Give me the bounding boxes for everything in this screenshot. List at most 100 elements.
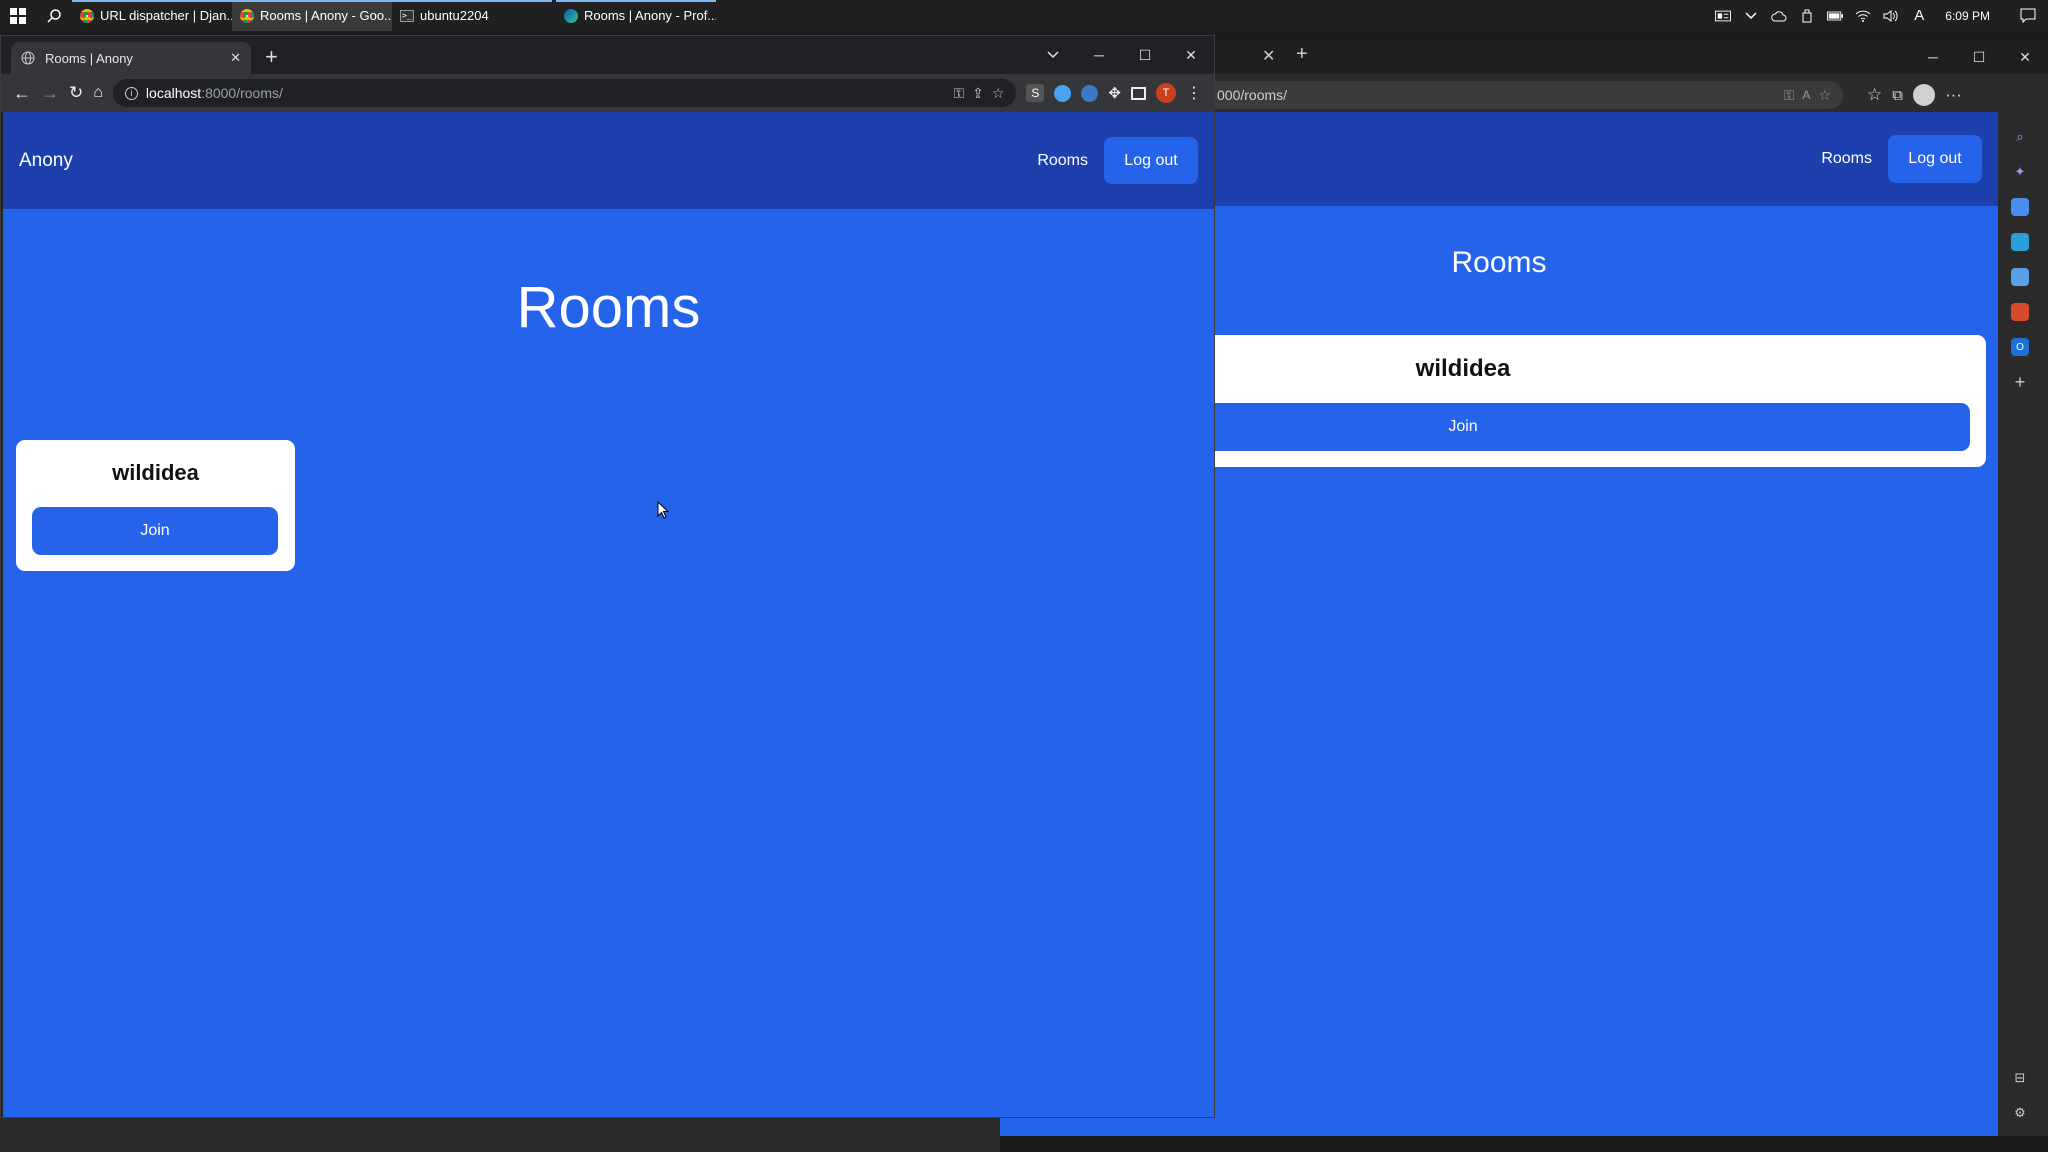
extensions-puzzle-icon[interactable]: ✥ xyxy=(1108,84,1121,102)
url-host: localhost xyxy=(145,85,202,101)
maximize-icon[interactable]: ☐ xyxy=(1122,36,1168,74)
windows-logo-icon xyxy=(10,7,26,24)
desktop-strip xyxy=(0,1118,1000,1152)
outlook-icon[interactable]: O xyxy=(2011,338,2029,356)
chrome-toolbar: ← → ↻ ⌂ i localhost:8000/rooms/ ⚿ ⇪ ☆ S … xyxy=(1,74,1214,112)
edge-logout-button[interactable]: Log out xyxy=(1888,135,1982,183)
edge-nav-right: Rooms Log out xyxy=(1821,135,1982,183)
edge-new-tab-icon[interactable]: + xyxy=(1296,43,1308,66)
battery-icon[interactable] xyxy=(1827,9,1844,23)
notification-icon[interactable] xyxy=(2020,8,2036,23)
edge-tab-close-icon[interactable]: ✕ xyxy=(1262,46,1275,66)
edge-nav-rooms-link[interactable]: Rooms xyxy=(1821,150,1872,168)
back-icon[interactable]: ← xyxy=(13,83,31,104)
extension-s-icon[interactable]: S xyxy=(1026,84,1045,102)
tab-close-icon[interactable]: ✕ xyxy=(230,50,241,66)
taskbar-task-label: Rooms | Anony - Prof... xyxy=(584,8,716,23)
favorites-icon[interactable]: ☆ xyxy=(1867,85,1882,105)
url-path: :8000/rooms/ xyxy=(201,85,283,101)
usb-icon[interactable] xyxy=(1799,9,1815,23)
games-icon[interactable] xyxy=(2011,268,2029,286)
chrome-tab-title: Rooms | Anony xyxy=(45,50,133,66)
tools-icon[interactable] xyxy=(2011,233,2029,251)
news-icon[interactable] xyxy=(1715,9,1732,23)
read-aloud-icon[interactable]: A xyxy=(1802,88,1810,102)
chrome-icon xyxy=(240,8,254,23)
taskbar-search-button[interactable] xyxy=(36,0,72,31)
taskbar-task-label: Rooms | Anony - Goo... xyxy=(260,8,392,23)
extension-blue-icon[interactable] xyxy=(1054,84,1072,102)
clock-time[interactable]: 6:09 PM xyxy=(1945,9,1990,23)
wifi-icon[interactable] xyxy=(1855,9,1871,23)
chrome-icon xyxy=(80,8,94,23)
site-brand[interactable]: Anony xyxy=(19,150,73,172)
search-icon xyxy=(47,8,61,23)
taskbar-task-rooms-edge[interactable]: Rooms | Anony - Prof... xyxy=(556,0,716,31)
taskbar-task-url-dispatcher[interactable]: URL dispatcher | Djan... xyxy=(72,0,232,31)
globe-icon xyxy=(21,51,35,65)
edge-sidebar: ⌕ ✦ O + ⊟ ⚙ xyxy=(1998,116,2042,1136)
search-icon[interactable]: ⌕ xyxy=(2011,128,2029,146)
nav-right: Rooms Log out xyxy=(1037,137,1198,184)
system-tray: A 6:09 PM xyxy=(1715,0,2048,31)
office-icon[interactable] xyxy=(2011,303,2029,321)
collections-icon[interactable]: ⧉ xyxy=(1892,87,1903,104)
join-button[interactable]: Join xyxy=(32,507,278,555)
chrome-tab-rooms[interactable]: Rooms | Anony ✕ xyxy=(11,42,251,74)
reload-icon[interactable]: ↻ xyxy=(69,83,83,103)
profile-avatar[interactable]: T xyxy=(1156,83,1176,103)
taskbar-task-label: ubuntu2204 xyxy=(420,8,489,23)
taskbar: URL dispatcher | Djan... Rooms | Anony -… xyxy=(0,0,2048,31)
language-icon[interactable]: A xyxy=(1911,7,1927,24)
room-name: wildidea xyxy=(112,460,199,485)
chrome-window: Rooms | Anony ✕ + ─ ☐ ✕ ← → ↻ ⌂ i localh… xyxy=(0,35,1215,1118)
extension-circle-icon[interactable] xyxy=(1081,84,1099,102)
maximize-icon[interactable]: ☐ xyxy=(1956,40,2002,74)
site-info-icon[interactable]: i xyxy=(124,86,138,100)
copilot-icon[interactable]: ✦ xyxy=(2011,163,2029,181)
nav-rooms-link[interactable]: Rooms xyxy=(1037,152,1088,170)
chrome-caption-buttons: ─ ☐ ✕ xyxy=(1030,36,1214,74)
hide-sidebar-icon[interactable]: ⊟ xyxy=(2011,1069,2029,1087)
mouse-cursor-icon xyxy=(657,501,669,519)
add-favorite-icon[interactable]: ☆ xyxy=(1818,87,1831,104)
close-icon[interactable]: ✕ xyxy=(1168,36,1214,74)
side-panel-icon[interactable] xyxy=(1131,86,1146,100)
forward-icon[interactable]: → xyxy=(41,83,59,104)
minimize-icon[interactable]: ─ xyxy=(1076,36,1122,74)
edge-url-text: 000/rooms/ xyxy=(1217,87,1288,103)
chrome-site-page: Anony Rooms Log out Rooms wildidea Join xyxy=(3,112,1214,1117)
shopping-tag-icon[interactable] xyxy=(2011,198,2029,216)
bookmark-star-icon[interactable]: ☆ xyxy=(992,85,1005,102)
minimize-icon[interactable]: ─ xyxy=(1910,40,1956,74)
site-navbar: Anony Rooms Log out xyxy=(3,112,1214,209)
logout-button[interactable]: Log out xyxy=(1104,137,1198,184)
chrome-address-bar[interactable]: i localhost:8000/rooms/ ⚿ ⇪ ☆ xyxy=(112,79,1017,107)
taskbar-task-rooms-chrome[interactable]: Rooms | Anony - Goo... xyxy=(232,0,392,31)
volume-icon[interactable] xyxy=(1883,9,1899,23)
new-tab-icon[interactable]: + xyxy=(265,44,278,70)
start-button[interactable] xyxy=(0,0,36,31)
taskbar-task-ubuntu[interactable]: >_ ubuntu2204 xyxy=(392,0,552,31)
home-icon[interactable]: ⌂ xyxy=(93,84,103,102)
edge-caption-buttons: ─ ☐ ✕ xyxy=(1910,40,2048,74)
profile-icon[interactable] xyxy=(1912,84,1935,106)
chevron-up-icon[interactable] xyxy=(1743,9,1759,23)
add-icon[interactable]: + xyxy=(2011,372,2029,392)
password-key-icon[interactable]: ⚿ xyxy=(953,85,964,102)
more-options-icon[interactable]: ··· xyxy=(1945,85,1962,105)
page-title: Rooms xyxy=(516,275,701,340)
terminal-icon: >_ xyxy=(400,9,414,22)
room-card: wildidea Join xyxy=(16,440,295,571)
close-icon[interactable]: ✕ xyxy=(2002,40,2048,74)
url-text: localhost:8000/rooms/ xyxy=(146,85,283,101)
cloud-icon[interactable] xyxy=(1771,9,1787,23)
menu-kebab-icon[interactable]: ⋮ xyxy=(1186,83,1202,103)
tab-search-icon[interactable] xyxy=(1030,36,1076,74)
edge-password-icon[interactable]: ⚿ xyxy=(1784,87,1795,104)
taskbar-task-label: URL dispatcher | Djan... xyxy=(100,8,232,23)
chrome-tabstrip: Rooms | Anony ✕ + ─ ☐ ✕ xyxy=(1,36,1214,74)
share-icon[interactable]: ⇪ xyxy=(972,85,984,102)
edge-icon xyxy=(564,8,578,23)
settings-icon[interactable]: ⚙ xyxy=(2011,1104,2029,1122)
